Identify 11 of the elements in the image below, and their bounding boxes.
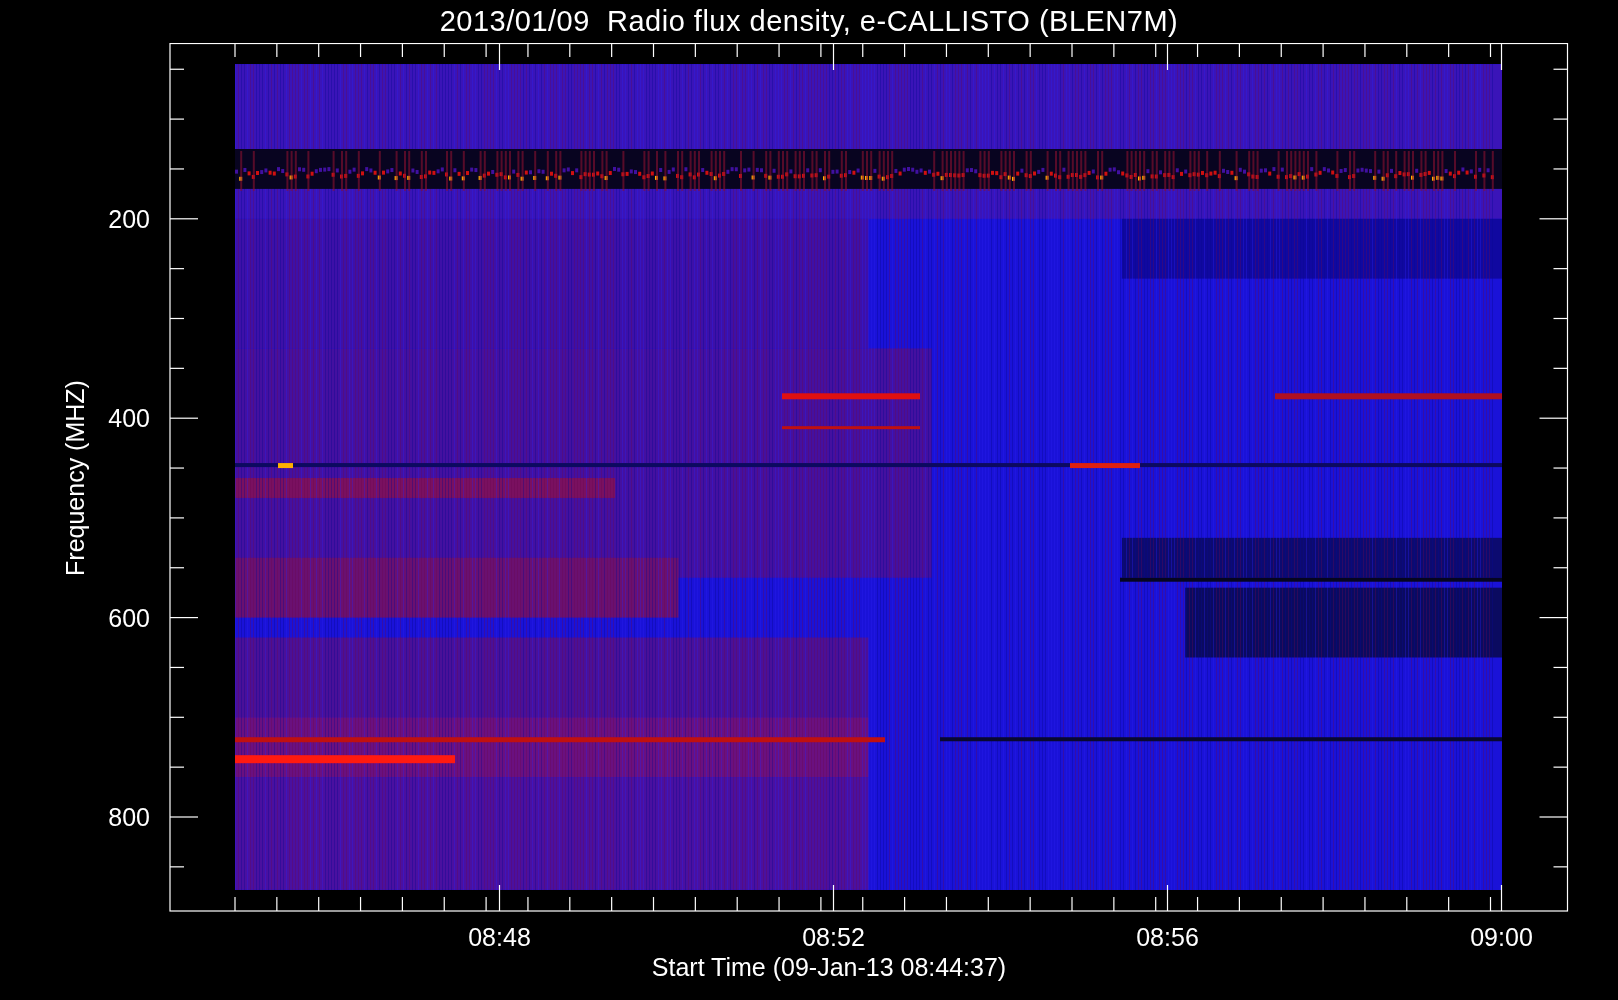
x-tick-label: 08:56 [1136,923,1199,951]
y-tick-label: 200 [108,204,150,233]
x-tick-label: 08:48 [468,923,531,951]
y-tick-label: 400 [108,404,150,433]
x-tick-label: 09:00 [1470,923,1533,951]
x-tick-label: 08:52 [802,923,865,951]
y-tick-label: 800 [108,803,150,831]
y-tick-label: 600 [108,603,150,632]
chart-title: 2013/01/09 Radio flux density, e-CALLISTO (BLEN7M) [439,4,1179,39]
x-axis-label: Start Time (09-Jan-13 08:44:37) [651,953,1007,982]
y-axis-label: Frequency (MHZ) [61,380,89,576]
